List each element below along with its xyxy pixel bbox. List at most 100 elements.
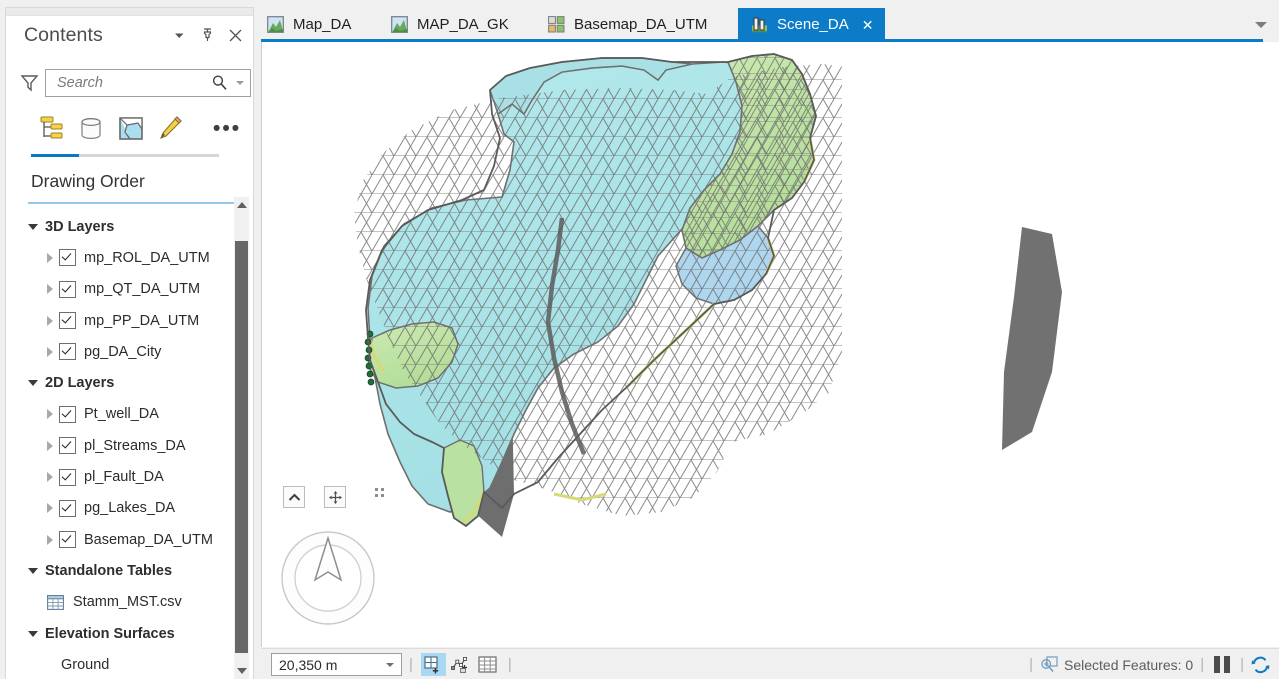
scale-value: 20,350 m <box>279 656 338 673</box>
status-right-group: | Selected Features: 0 | | <box>1022 655 1270 674</box>
expand-arrow-icon[interactable] <box>47 252 53 263</box>
scale-selector[interactable]: 20,350 m <box>271 653 402 676</box>
tree-group-2d-layers[interactable]: 2D Layers <box>6 367 235 398</box>
layer-label: mp_QT_DA_UTM <box>84 281 201 298</box>
table-icon <box>47 594 64 610</box>
collapse-navigator-button[interactable] <box>283 486 305 508</box>
layer-visibility-checkbox[interactable] <box>59 437 76 455</box>
search-box[interactable] <box>45 68 251 97</box>
search-input[interactable] <box>55 70 204 95</box>
layer-item-pl_Streams_DA[interactable]: pl_Streams_DA <box>6 430 235 461</box>
tree-group-label: Elevation Surfaces <box>45 625 175 642</box>
layer-label: Basemap_DA_UTM <box>84 531 213 548</box>
tab-basemap-da-utm[interactable]: Basemap_DA_UTM <box>548 8 707 41</box>
select-features-icon[interactable] <box>1040 655 1059 674</box>
expand-arrow-icon[interactable] <box>47 409 53 420</box>
separator: | <box>409 656 413 673</box>
layer-item-pg_DA_City[interactable]: pg_DA_City <box>6 336 235 367</box>
layer-label: pl_Fault_DA <box>84 469 164 486</box>
separator: | <box>507 656 512 673</box>
separator: | <box>1029 656 1033 673</box>
more-options-icon[interactable]: ••• <box>213 118 241 139</box>
tree-group-label: Standalone Tables <box>45 562 173 579</box>
layer-visibility-checkbox[interactable] <box>59 249 76 267</box>
geology-mesh-graphic <box>354 53 1062 537</box>
expand-collapse-arrow-icon[interactable] <box>28 630 38 637</box>
contents-pane: Contents Search ••• Drawing Order 3D Lay… <box>5 7 254 679</box>
layer-tree: 3D Layers mp_ROL_DA_UTM mp_QT_DA_UTM mp_PP_… <box>6 211 235 679</box>
expand-collapse-arrow-icon[interactable] <box>28 223 38 230</box>
scene-navigator-compass[interactable] <box>280 530 376 626</box>
layer-visibility-checkbox[interactable] <box>59 531 76 549</box>
scroll-up-button[interactable] <box>234 197 249 213</box>
layer-label: pg_Lakes_DA <box>84 500 176 517</box>
pin-icon[interactable] <box>199 27 216 44</box>
expand-arrow-icon[interactable] <box>47 472 53 483</box>
scroll-down-button[interactable] <box>234 663 249 679</box>
close-icon[interactable]: ✕ <box>862 18 874 32</box>
layer-visibility-checkbox[interactable] <box>59 312 76 330</box>
full-control-navigator-button[interactable] <box>324 486 346 508</box>
layer-visibility-checkbox[interactable] <box>59 499 76 517</box>
elevation-surface-item[interactable]: Ground <box>6 649 235 679</box>
menu-caret-icon[interactable] <box>171 27 188 44</box>
refresh-icon[interactable] <box>1251 656 1270 674</box>
tab-map-da[interactable]: Map_DA <box>267 8 351 41</box>
expand-arrow-icon[interactable] <box>47 346 53 357</box>
tree-group-label: 3D Layers <box>45 218 115 235</box>
edit-vertices-icon[interactable] <box>448 653 473 676</box>
layer-visibility-checkbox[interactable] <box>59 343 76 361</box>
chevron-down-icon[interactable] <box>386 662 394 667</box>
navigator-drag-grip[interactable] <box>375 488 384 497</box>
layer-item-pl_Fault_DA[interactable]: pl_Fault_DA <box>6 461 235 492</box>
list-by-selection-icon[interactable] <box>111 110 151 148</box>
tab-label: Basemap_DA_UTM <box>574 16 708 33</box>
layer-visibility-checkbox[interactable] <box>59 405 76 423</box>
close-icon[interactable] <box>227 27 244 44</box>
layer-item-mp_ROL_DA_UTM[interactable]: mp_ROL_DA_UTM <box>6 242 235 273</box>
chevron-down-icon[interactable] <box>236 80 244 85</box>
scene-3d-view[interactable] <box>261 42 1279 647</box>
drawing-order-heading: Drawing Order <box>31 171 145 191</box>
expand-collapse-arrow-icon[interactable] <box>28 567 38 574</box>
status-bar: 20,350 m | | | Selected Features: 0 | | <box>261 648 1279 679</box>
expand-collapse-arrow-icon[interactable] <box>28 380 38 387</box>
view-tab-underline <box>31 154 219 157</box>
layer-item-Basemap_DA_UTM[interactable]: Basemap_DA_UTM <box>6 524 235 555</box>
table-label: Stamm_MST.csv <box>73 594 182 611</box>
layer-item-Pt_well_DA[interactable]: Pt_well_DA <box>6 399 235 430</box>
separator: | <box>1240 656 1244 673</box>
layer-label: pl_Streams_DA <box>84 437 186 454</box>
tab-label: MAP_DA_GK <box>417 16 509 33</box>
layer-label: pg_DA_City <box>84 343 162 360</box>
tab-map-da-gk[interactable]: MAP_DA_GK <box>391 8 509 41</box>
attribute-table-icon[interactable] <box>475 653 500 676</box>
layer-visibility-checkbox[interactable] <box>59 468 76 486</box>
tree-group-elevation-surfaces[interactable]: Elevation Surfaces <box>6 618 235 649</box>
add-selected-to-view-icon[interactable] <box>420 653 446 676</box>
layer-visibility-checkbox[interactable] <box>59 280 76 298</box>
tab-label: Scene_DA <box>777 16 849 33</box>
list-by-editing-icon[interactable] <box>151 110 191 148</box>
expand-arrow-icon[interactable] <box>47 503 53 514</box>
expand-arrow-icon[interactable] <box>47 534 53 545</box>
layer-item-mp_PP_DA_UTM[interactable]: mp_PP_DA_UTM <box>6 305 235 336</box>
expand-arrow-icon[interactable] <box>47 440 53 451</box>
standalone-table-item[interactable]: Stamm_MST.csv <box>6 587 235 618</box>
pause-drawing-icon[interactable] <box>1214 656 1231 673</box>
scrollbar-thumb[interactable] <box>235 241 248 653</box>
layer-item-mp_QT_DA_UTM[interactable]: mp_QT_DA_UTM <box>6 274 235 305</box>
list-by-drawing-order-icon[interactable] <box>31 110 71 148</box>
expand-arrow-icon[interactable] <box>47 315 53 326</box>
search-icon[interactable] <box>211 74 228 96</box>
expand-arrow-icon[interactable] <box>47 284 53 295</box>
tree-group-3d-layers[interactable]: 3D Layers <box>6 211 235 242</box>
list-by-data-source-icon[interactable] <box>71 110 111 148</box>
filter-funnel-icon[interactable] <box>17 73 41 92</box>
drawing-order-divider <box>28 202 241 204</box>
tab-overflow-caret-icon[interactable] <box>1255 22 1267 28</box>
layer-item-pg_Lakes_DA[interactable]: pg_Lakes_DA <box>6 493 235 524</box>
contents-scrollbar[interactable] <box>234 197 249 679</box>
tree-group-standalone-tables[interactable]: Standalone Tables <box>6 555 235 586</box>
tab-scene-da[interactable]: Scene_DA ✕ <box>738 8 886 41</box>
